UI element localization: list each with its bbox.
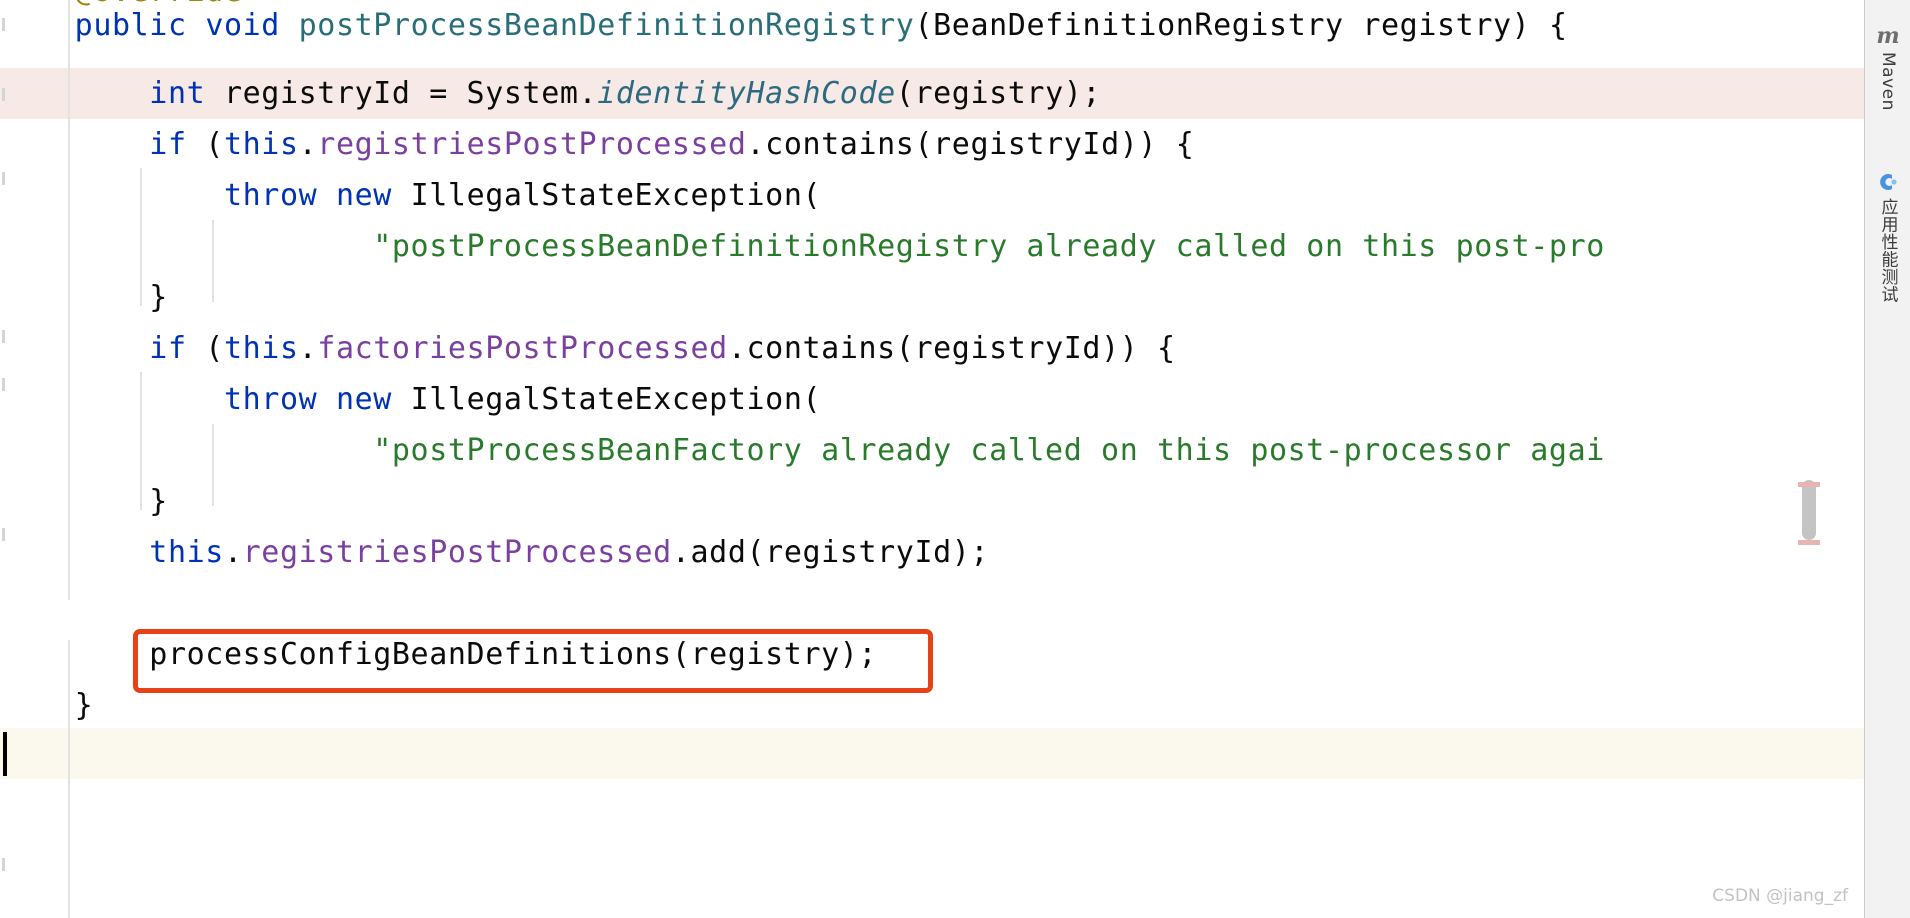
tool-window-label-maven: Maven — [1878, 52, 1898, 111]
token-keyword-throw: throw — [223, 382, 318, 417]
token-field-registries: registriesPostProcessed — [317, 127, 747, 162]
scrollbar-thumb[interactable] — [1802, 480, 1816, 540]
error-stripe-marker[interactable] — [1798, 540, 1820, 545]
code-line-close-method[interactable]: } — [0, 680, 1864, 731]
token-brace: } — [0, 484, 168, 519]
token-keyword-if: if — [149, 127, 187, 162]
code-line-if-factories[interactable]: if (this.factoriesPostProcessed.contains… — [0, 323, 1864, 374]
token-method-call: processConfigBeanDefinitions(registry); — [0, 637, 878, 672]
app-icon — [1878, 172, 1898, 192]
token-keyword-this: this — [223, 127, 299, 162]
fold-marker[interactable] — [2, 18, 5, 31]
folding-gutter[interactable] — [0, 0, 14, 918]
watermark-csdn: CSDN @jiang_zf — [1712, 886, 1848, 906]
fold-marker[interactable] — [2, 378, 5, 391]
token-exception-type: IllegalStateException( — [391, 382, 822, 417]
token-method-name: postProcessBeanDefinitionRegistry — [298, 8, 915, 43]
maven-m-icon: m — [1876, 23, 1900, 49]
token-keyword-void: void — [205, 8, 280, 43]
token-field-factories: factoriesPostProcessed — [317, 331, 728, 366]
token-params: (BeanDefinitionRegistry registry) { — [914, 8, 1568, 43]
tool-window-button-app-perf-test[interactable]: 应用性能测试 — [1865, 168, 1910, 303]
text-caret — [3, 732, 7, 776]
fold-marker[interactable] — [2, 528, 5, 541]
code-line-close-brace-2[interactable]: } — [0, 476, 1864, 527]
token-args: (registry); — [895, 76, 1102, 111]
tool-window-bar-right: m Maven 应用性能测试 — [1864, 0, 1910, 918]
token-assignment: registryId = System. — [205, 76, 598, 111]
code-line-string-2[interactable]: "postProcessBeanFactory already called o… — [0, 425, 1864, 476]
token-dot: . — [298, 127, 318, 162]
code-line-blank-current[interactable] — [0, 728, 1864, 779]
fold-marker[interactable] — [2, 172, 5, 185]
token-dot: . — [223, 535, 243, 570]
editor-scrollbar[interactable] — [1798, 0, 1820, 918]
fold-marker[interactable] — [2, 330, 5, 343]
code-line-registry-id[interactable]: int registryId = System.identityHashCode… — [0, 68, 1864, 119]
code-line-process-config[interactable]: processConfigBeanDefinitions(registry); — [0, 629, 1864, 680]
token-exception-type: IllegalStateException( — [391, 178, 822, 213]
token-string-literal: "postProcessBeanFactory already called o… — [373, 433, 1605, 468]
code-line-string-1[interactable]: "postProcessBeanDefinitionRegistry alrea… — [0, 221, 1864, 272]
screenshot-root: @Override public void postProcessBeanDef… — [0, 0, 1910, 918]
token-call: .add(registryId); — [671, 535, 990, 570]
code-editor[interactable]: @Override public void postProcessBeanDef… — [0, 0, 1864, 918]
error-stripe-marker[interactable] — [1798, 482, 1820, 487]
token-paren: ( — [186, 127, 224, 162]
tool-window-button-maven[interactable]: m Maven — [1865, 22, 1910, 111]
tool-window-label-app-perf-test: 应用性能测试 — [1877, 198, 1898, 303]
token-keyword-new: new — [335, 382, 392, 417]
token-keyword-if: if — [149, 331, 187, 366]
token-keyword-int: int — [149, 76, 206, 111]
token-string-literal: "postProcessBeanDefinitionRegistry alrea… — [373, 229, 1605, 264]
token-call: .contains(registryId)) { — [746, 127, 1195, 162]
fold-marker[interactable] — [2, 88, 5, 101]
token-paren: ( — [186, 331, 224, 366]
code-line-close-brace-1[interactable]: } — [0, 272, 1864, 323]
token-field-registries: registriesPostProcessed — [242, 535, 672, 570]
code-line-if-registries[interactable]: if (this.registriesPostProcessed.contain… — [0, 119, 1864, 170]
code-line-throw-1[interactable]: throw new IllegalStateException( — [0, 170, 1864, 221]
code-line-method-signature[interactable]: public void postProcessBeanDefinitionReg… — [0, 0, 1864, 51]
token-keyword-public: public — [74, 8, 187, 43]
token-static-method: identityHashCode — [597, 76, 896, 111]
token-keyword-throw: throw — [223, 178, 318, 213]
token-dot: . — [298, 331, 318, 366]
fold-marker[interactable] — [2, 858, 5, 871]
code-line-throw-2[interactable]: throw new IllegalStateException( — [0, 374, 1864, 425]
token-keyword-this: this — [149, 535, 224, 570]
token-keyword-new: new — [335, 178, 392, 213]
token-call: .contains(registryId)) { — [727, 331, 1176, 366]
token-keyword-this: this — [223, 331, 299, 366]
code-line-registries-add[interactable]: this.registriesPostProcessed.add(registr… — [0, 527, 1864, 578]
token-brace: } — [0, 280, 168, 315]
